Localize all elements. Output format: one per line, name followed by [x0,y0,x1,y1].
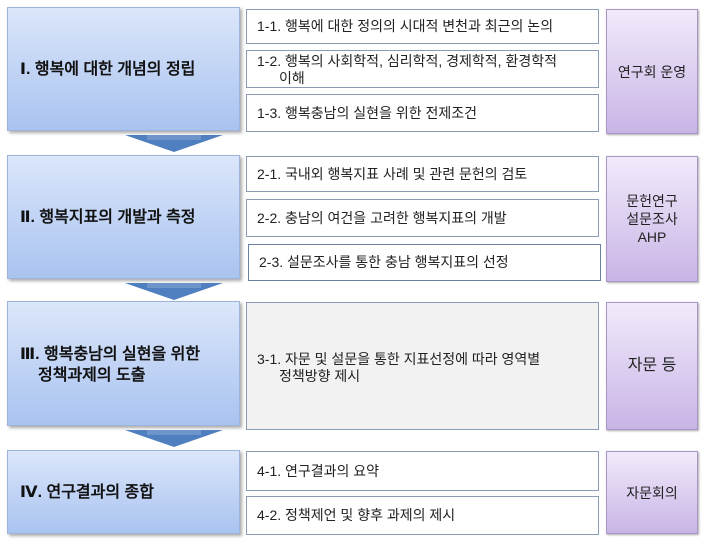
method-1: 연구회 운영 [606,9,698,134]
item-line: 1-2. 행복의 사회학적, 심리학적, 경제학적, 환경학적 [257,53,557,69]
item-line: 이해 [279,70,305,86]
item-2-3: 2-3. 설문조사를 통한 충남 행복지표의 선정 [248,244,601,281]
stage-title: Ⅲ. 행복충남의 실현을 위한 [20,346,201,363]
stage-2: Ⅱ. 행복지표의 개발과 측정 [7,155,240,279]
stage-3: Ⅲ. 행복충남의 실현을 위한정책과제의 도출 [7,301,240,426]
item-2-1: 2-1. 국내외 행복지표 사례 및 관련 문헌의 검토 [246,156,599,192]
method-4: 자문회의 [606,451,698,534]
item-3-1: 3-1. 자문 및 설문을 통한 지표선정에 따라 영역별 정책방향 제시 [246,302,599,430]
down-arrow-icon [125,283,223,300]
stage-title: Ⅰ. 행복에 대한 개념의 정립 [20,60,196,78]
stage-1: Ⅰ. 행복에 대한 개념의 정립 [7,7,240,131]
item-4-2: 4-2. 정책제언 및 향후 과제의 제시 [246,496,599,535]
item-1-2: 1-2. 행복의 사회학적, 심리학적, 경제학적, 환경학적 이해 [246,50,599,88]
stage-title: Ⅱ. 행복지표의 개발과 측정 [20,208,196,226]
stage-title: 정책과제의 도출 [38,367,146,384]
item-1-3: 1-3. 행복충남의 실현을 위한 전제조건 [246,94,599,132]
item-line: 3-1. 자문 및 설문을 통한 지표선정에 따라 영역별 [257,351,541,367]
method-3: 자문 등 [606,302,698,430]
item-4-1: 4-1. 연구결과의 요약 [246,451,599,491]
item-1-1: 1-1. 행복에 대한 정의의 시대적 변천과 최근의 논의 [246,9,599,44]
stage-title: Ⅳ. 연구결과의 종합 [20,483,154,501]
method-2: 문헌연구 설문조사 AHP [606,156,698,282]
down-arrow-icon [125,135,223,152]
item-line: 정책방향 제시 [279,368,361,384]
item-2-2: 2-2. 충남의 여건을 고려한 행복지표의 개발 [246,199,599,237]
stage-4: Ⅳ. 연구결과의 종합 [7,450,240,534]
down-arrow-icon [125,430,223,447]
